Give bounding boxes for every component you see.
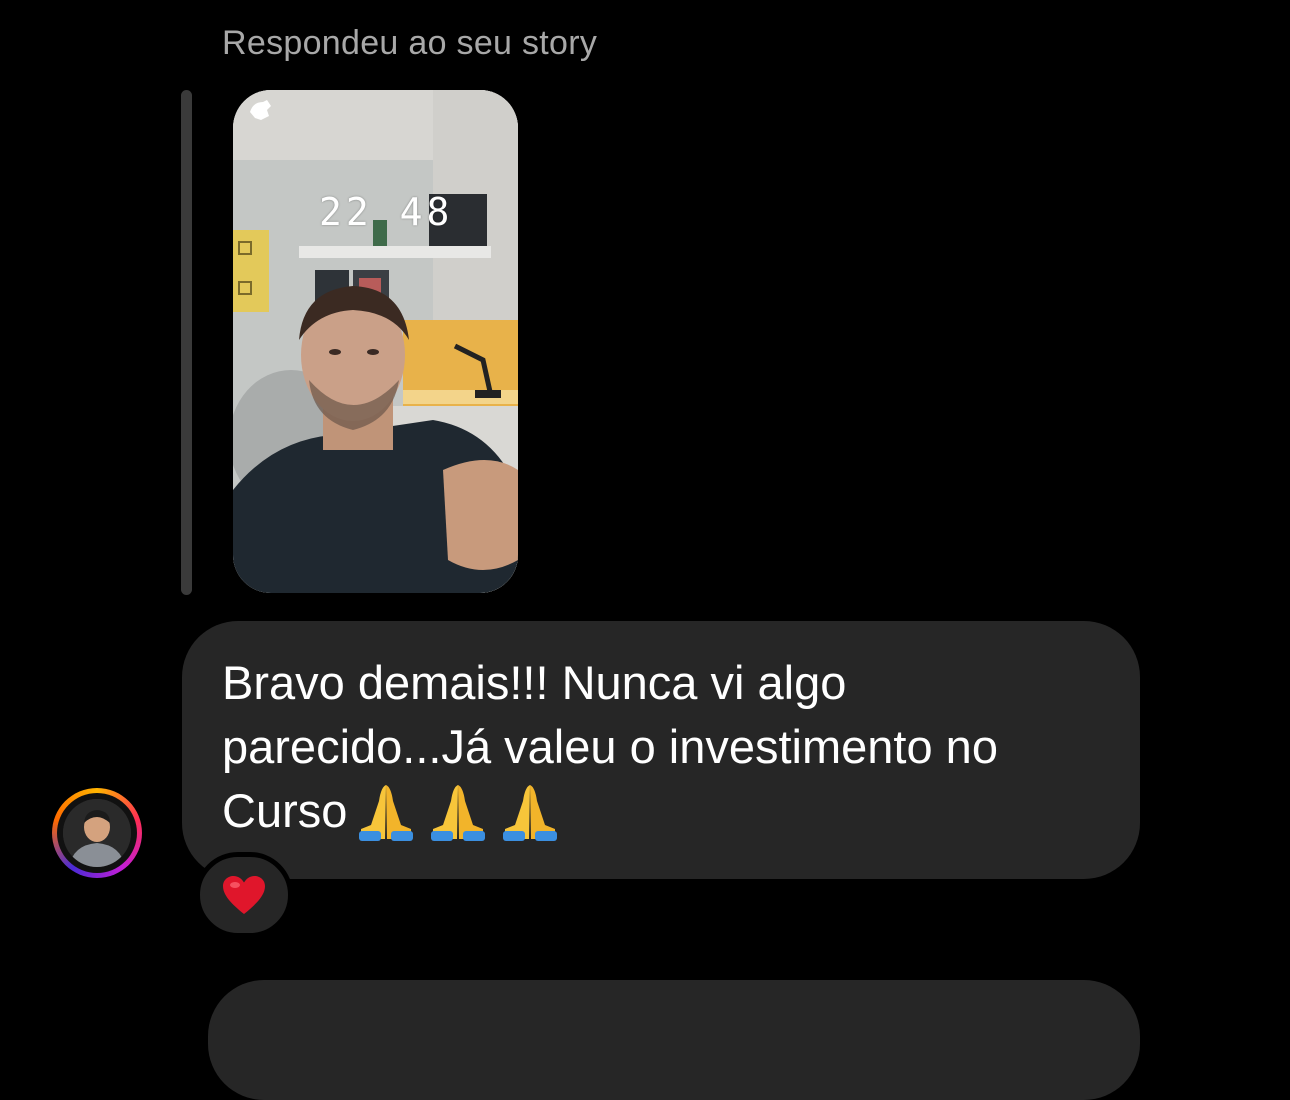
folded-hands-icon	[503, 785, 558, 841]
avatar-ring-gap	[57, 793, 137, 873]
folded-hands-icon	[431, 785, 486, 841]
story-clock-sticker: 22 48	[319, 190, 454, 234]
message-bubble[interactable]: Bravo demais!!! Nunca vi algo parecido..…	[182, 621, 1140, 879]
avatar-photo	[63, 799, 131, 867]
message-text: Bravo demais!!! Nunca vi algo parecido..…	[222, 651, 1100, 843]
next-message-bubble[interactable]	[208, 980, 1140, 1100]
story-photo-scene	[233, 90, 518, 593]
reaction-badge[interactable]	[195, 852, 293, 938]
heart-icon	[223, 876, 265, 914]
story-thumbnail[interactable]: 22 48	[233, 90, 518, 593]
story-sticker-corner-icon	[250, 100, 271, 120]
message-body: Bravo demais!!! Nunca vi algo parecido..…	[222, 656, 998, 837]
avatar-person-icon	[63, 799, 131, 867]
reply-quote-bar	[181, 90, 192, 595]
folded-hands-icon	[359, 785, 414, 841]
sender-avatar[interactable]	[52, 788, 142, 878]
reply-context-label: Respondeu ao seu story	[222, 24, 598, 62]
